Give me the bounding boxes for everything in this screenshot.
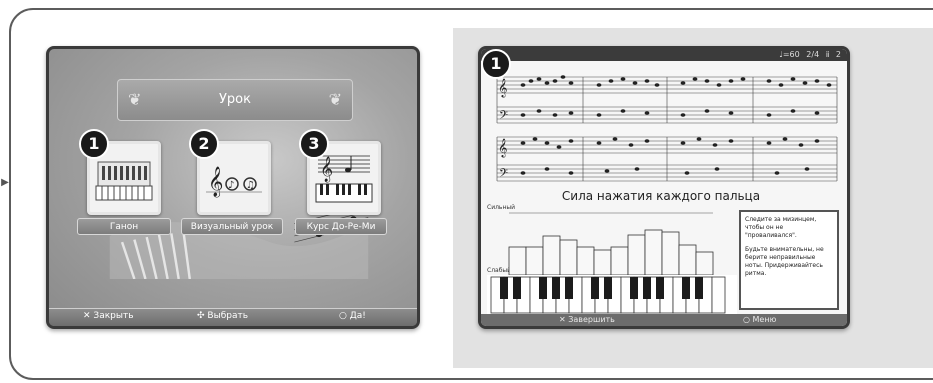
finger-strength-bar (559, 239, 578, 276)
hint-box: Следите за мизинцем, чтобы он не "провал… (739, 210, 839, 310)
tempo-info: ♩=60 2/4 ⅱ 2 (779, 50, 841, 59)
svg-text:𝄞: 𝄞 (320, 156, 333, 182)
lesson-menu-screen: ❦ Урок ❦ 1 Ганон 𝄞 ♪ ♫ 2 Визуальный урок… (46, 46, 420, 329)
scroll-ornament-icon: ❦ (328, 90, 342, 109)
finger-strength-bar (576, 246, 595, 276)
black-key (565, 277, 573, 299)
svg-text:♪: ♪ (228, 180, 234, 191)
hint-text: Будьте внимательны, не берите неправильн… (745, 246, 824, 277)
black-key (643, 277, 651, 299)
black-key (552, 277, 560, 299)
circle-button-icon: ○ (339, 311, 347, 321)
finger-strength-title: Сила нажатия каждого пальца (561, 189, 761, 203)
mode-number-badge: 3 (299, 129, 329, 159)
black-key (539, 277, 547, 299)
select-control[interactable]: ✣ Выбрать (197, 311, 248, 321)
arrow-right-icon: ▶ (1, 177, 9, 188)
finger-strength-bar (644, 229, 663, 276)
black-key (695, 277, 703, 299)
svg-text:𝄞: 𝄞 (498, 78, 507, 98)
page-title: Урок (219, 92, 251, 107)
finger-strength-bar (508, 246, 527, 276)
cross-button-icon: ✕ (559, 315, 566, 324)
circle-button-icon: ○ (743, 315, 750, 324)
finger-strength-bar (525, 246, 544, 276)
right-control-bar: ✕ Завершить ○ Меню (481, 314, 847, 326)
black-key (591, 277, 599, 299)
menu-label: Меню (752, 315, 777, 324)
finger-strength-bar (542, 235, 561, 276)
close-label: Закрыть (93, 311, 134, 321)
confirm-control[interactable]: ○ Да! (339, 311, 366, 321)
sheet-music: 𝄞 𝄢 𝄞 𝄢 (496, 75, 838, 183)
cross-button-icon: ✕ (83, 311, 91, 321)
status-strip: ♩=60 2/4 ⅱ 2 (481, 49, 847, 61)
svg-text:𝄞: 𝄞 (498, 138, 507, 158)
finger-strength-bar (695, 251, 714, 276)
svg-text:𝄞: 𝄞 (208, 166, 223, 198)
menu-control[interactable]: ○ Меню (743, 314, 776, 326)
mode-label-visual-lesson[interactable]: Визуальный урок (181, 218, 283, 235)
lesson-play-screen: ♩=60 2/4 ⅱ 2 𝄞 𝄢 𝄞 𝄢 1 Сила нажатия кажд… (478, 46, 850, 329)
mode-number-badge: 1 (79, 129, 109, 159)
finger-strength-bar (610, 246, 629, 276)
lesson-title-banner: ❦ Урок ❦ (117, 79, 353, 121)
finger-strength-bar (593, 249, 612, 276)
svg-text:♫: ♫ (246, 180, 255, 191)
svg-text:𝄢: 𝄢 (499, 109, 508, 125)
finger-strength-meter (487, 212, 737, 317)
finger-strength-bar (627, 234, 646, 276)
black-key (656, 277, 664, 299)
finger-strength-bar (661, 231, 680, 276)
mode-number-badge: 2 (189, 129, 219, 159)
black-key (513, 277, 521, 299)
black-key (630, 277, 638, 299)
close-control[interactable]: ✕ Закрыть (83, 311, 134, 321)
select-label: Выбрать (207, 311, 249, 321)
finish-control[interactable]: ✕ Завершить (559, 314, 615, 326)
dpad-icon: ✣ (197, 311, 205, 321)
white-key (711, 276, 726, 314)
black-key (604, 277, 612, 299)
black-key (500, 277, 508, 299)
mode-label-do-re-mi[interactable]: Курс До-Ре-Ми (295, 218, 387, 235)
confirm-label: Да! (349, 311, 366, 321)
hint-text: Следите за мизинцем, чтобы он не "провал… (745, 216, 817, 239)
mode-label-hanon[interactable]: Ганон (77, 218, 171, 235)
left-control-bar: ✕ Закрыть ✣ Выбрать ○ Да! (49, 308, 417, 326)
svg-text:𝄢: 𝄢 (499, 167, 508, 183)
finger-strength-bar (678, 244, 697, 276)
black-key (682, 277, 690, 299)
finish-label: Завершить (568, 315, 615, 324)
screen-number-badge: 1 (481, 49, 511, 79)
